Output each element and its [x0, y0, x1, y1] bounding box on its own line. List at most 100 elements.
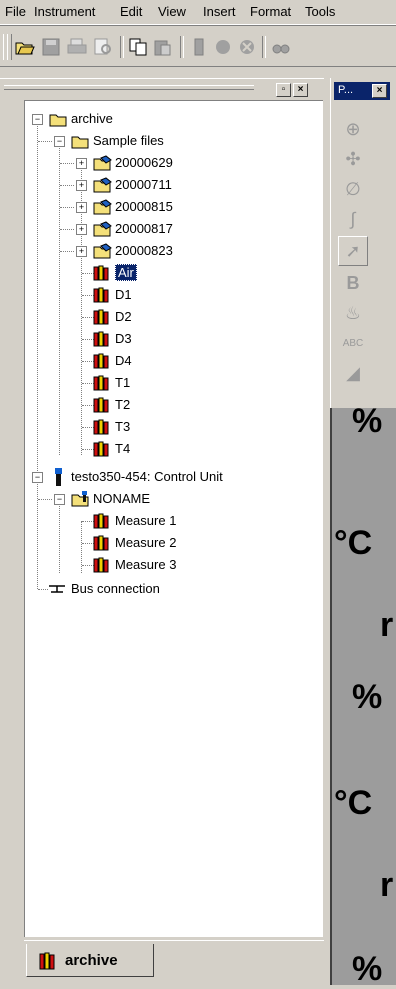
menu-file[interactable]: File — [5, 4, 26, 19]
tree-hline — [60, 185, 74, 186]
instrument-icon-svg — [194, 38, 204, 56]
expander-sample-files[interactable]: − — [54, 136, 65, 147]
panel-top-edge — [0, 78, 324, 82]
tree-item-sample-file[interactable]: T2 — [115, 397, 130, 412]
tree-item-sample-file[interactable]: D2 — [115, 309, 132, 324]
unit-label: °C — [334, 784, 373, 822]
stop-icon[interactable] — [236, 36, 258, 58]
date-folder-icon — [93, 155, 112, 171]
tree-line-root — [37, 119, 38, 589]
text-icon[interactable]: ABC — [338, 328, 368, 358]
expander-date[interactable]: + — [76, 202, 87, 213]
toolbar-separator — [120, 36, 124, 58]
menu-insert[interactable]: Insert — [203, 4, 236, 19]
menu-format[interactable]: Format — [250, 4, 291, 19]
tab-archive[interactable]: archive — [26, 944, 154, 977]
tree-item-sample-file[interactable]: D4 — [115, 353, 132, 368]
print-preview-icon[interactable] — [92, 36, 114, 58]
tree-item-measure[interactable]: Measure 2 — [115, 535, 176, 550]
menu-insert-label: Insert — [203, 4, 236, 19]
unit-label: r — [380, 866, 394, 904]
tree-item-date[interactable]: 20000815 — [115, 199, 173, 214]
expander-archive[interactable]: − — [32, 114, 43, 125]
unit-label: °C — [334, 524, 373, 562]
save-icon[interactable] — [40, 36, 62, 58]
expander-noname[interactable]: − — [54, 494, 65, 505]
measure-book-icon — [93, 535, 111, 551]
tree-item-measure[interactable]: Measure 3 — [115, 557, 176, 572]
panel-close-icon[interactable]: × — [293, 83, 308, 97]
tree-item-date[interactable]: 20000629 — [115, 155, 173, 170]
menu-instrument-label: Instrument — [34, 4, 96, 19]
menu-edit[interactable]: Edit — [120, 4, 142, 19]
eraser-icon[interactable]: ◢ — [338, 358, 368, 388]
folder-device-icon — [71, 490, 89, 507]
book-icon — [93, 375, 111, 391]
stop-icon-svg — [240, 40, 254, 54]
panel-grip[interactable] — [4, 85, 254, 90]
tree-item-sample-file[interactable]: D3 — [115, 331, 132, 346]
menu-file-label: File — [5, 4, 26, 19]
tree-item-sample-file[interactable]: Air — [115, 264, 137, 281]
thermometer-icon[interactable]: ♨ — [338, 298, 368, 328]
bold-icon[interactable]: B — [338, 268, 368, 298]
unit-label: % — [352, 950, 383, 988]
tree-item-date[interactable]: 20000711 — [115, 177, 172, 192]
panel-restore-icon[interactable]: ▫ — [276, 83, 291, 97]
expander-control-unit[interactable]: − — [32, 472, 43, 483]
expander-date[interactable]: + — [76, 246, 87, 257]
paste-icon-svg — [154, 40, 171, 56]
print-icon[interactable] — [66, 36, 88, 58]
copy-icon-svg — [129, 38, 147, 56]
pointer-icon[interactable]: ➚ — [338, 236, 368, 266]
expander-date[interactable]: + — [76, 180, 87, 191]
tree-item-archive[interactable]: archive — [71, 111, 113, 126]
tree-item-measure[interactable]: Measure 1 — [115, 513, 176, 528]
paste-icon[interactable] — [152, 36, 174, 58]
control-unit-icon — [51, 468, 69, 486]
open-icon[interactable] — [14, 36, 36, 58]
tree-hline — [60, 207, 74, 208]
zoom-in-icon[interactable]: ⊕ — [338, 114, 368, 144]
pan-icon[interactable]: ✣ — [338, 144, 368, 174]
tree-item-sample-file[interactable]: T3 — [115, 419, 130, 434]
tree-line-sample — [59, 141, 60, 455]
book-icon — [93, 309, 111, 325]
menu-bar: File Instrument Edit View Insert Format … — [0, 0, 396, 25]
palette-title-bar: P... × — [334, 82, 390, 100]
menu-tools[interactable]: Tools — [305, 4, 335, 19]
null-icon[interactable]: ∅ — [338, 174, 368, 204]
palette-title: P... — [338, 84, 354, 96]
instrument-icon[interactable] — [188, 36, 210, 58]
tree-item-sample-file[interactable]: T1 — [115, 375, 130, 390]
tree-item-sample-file[interactable]: D1 — [115, 287, 132, 302]
tree-item-noname[interactable]: NONAME — [93, 491, 150, 506]
tree-item-control-unit[interactable]: testo350-454: Control Unit — [71, 469, 223, 484]
expander-date[interactable]: + — [76, 224, 87, 235]
curve-icon[interactable]: ∫ — [338, 204, 368, 234]
menu-instrument[interactable]: Instrument — [34, 4, 95, 19]
tree-hline — [60, 251, 74, 252]
folder-icon — [49, 111, 67, 127]
tree-line-control — [59, 499, 60, 573]
palette-close-icon[interactable]: × — [372, 84, 387, 98]
tree-view[interactable]: − archive − Sample files +20000629 +20000… — [24, 100, 323, 937]
tree-item-bus-connection[interactable]: Bus connection — [71, 581, 160, 596]
tree-hline — [60, 229, 74, 230]
record-icon[interactable] — [212, 36, 234, 58]
expander-date[interactable]: + — [76, 158, 87, 169]
tree-item-date[interactable]: 20000823 — [115, 243, 173, 258]
tree-item-date[interactable]: 20000817 — [115, 221, 173, 236]
unit-label: % — [352, 678, 383, 716]
unit-label: % — [352, 402, 383, 440]
print-icon-svg — [67, 38, 87, 54]
menu-view[interactable]: View — [158, 4, 186, 19]
find-icon[interactable] — [270, 36, 292, 58]
copy-icon[interactable] — [128, 36, 150, 58]
tree-item-sample-file[interactable]: T4 — [115, 441, 130, 456]
menu-view-label: View — [158, 4, 186, 19]
toolbar-grip-2[interactable] — [7, 34, 12, 60]
tree-item-sample-files[interactable]: Sample files — [93, 133, 164, 148]
print-preview-icon-svg — [94, 38, 111, 55]
menu-tools-label: Tools — [305, 4, 336, 19]
